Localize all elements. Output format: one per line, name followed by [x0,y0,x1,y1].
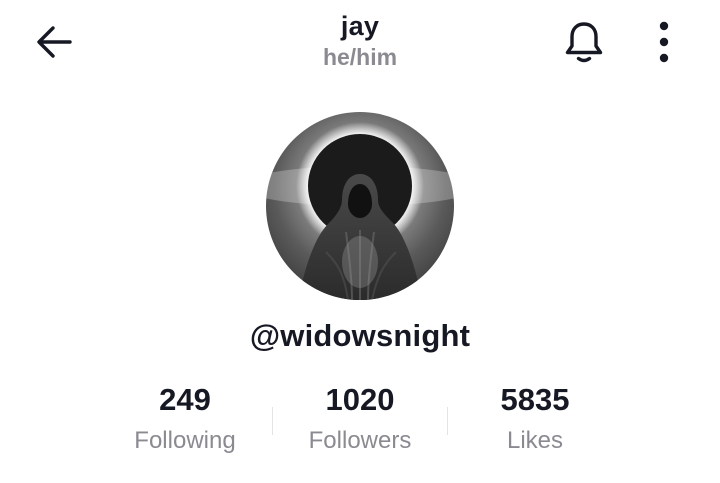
header-title-group: jay he/him [260,10,460,72]
profile-avatar[interactable] [266,112,454,300]
profile-display-name: jay [340,11,380,41]
profile-pronouns: he/him [322,44,398,70]
stat-likes-value: 5835 [500,382,570,417]
profile-page: jay he/him @widowsnight 249 Following 10… [0,0,720,483]
stat-followers-label: Followers [308,427,412,454]
stat-likes[interactable]: 5835 Likes [445,380,625,460]
more-options-button[interactable] [640,18,688,66]
stat-likes-label: Likes [506,427,564,454]
hooded-figure-eclipse-avatar [266,112,454,300]
bell-icon [565,22,603,63]
stat-following-value: 249 [159,382,211,417]
arrow-left-icon [37,26,72,58]
back-button[interactable] [30,22,78,62]
stat-following-label: Following [134,427,236,454]
notification-bell-button[interactable] [560,18,608,66]
profile-username: @widowsnight [249,318,471,353]
more-vertical-icon [659,21,669,63]
stat-following[interactable]: 249 Following [95,380,275,460]
stat-followers-value: 1020 [325,382,395,417]
stat-followers[interactable]: 1020 Followers [270,380,450,460]
